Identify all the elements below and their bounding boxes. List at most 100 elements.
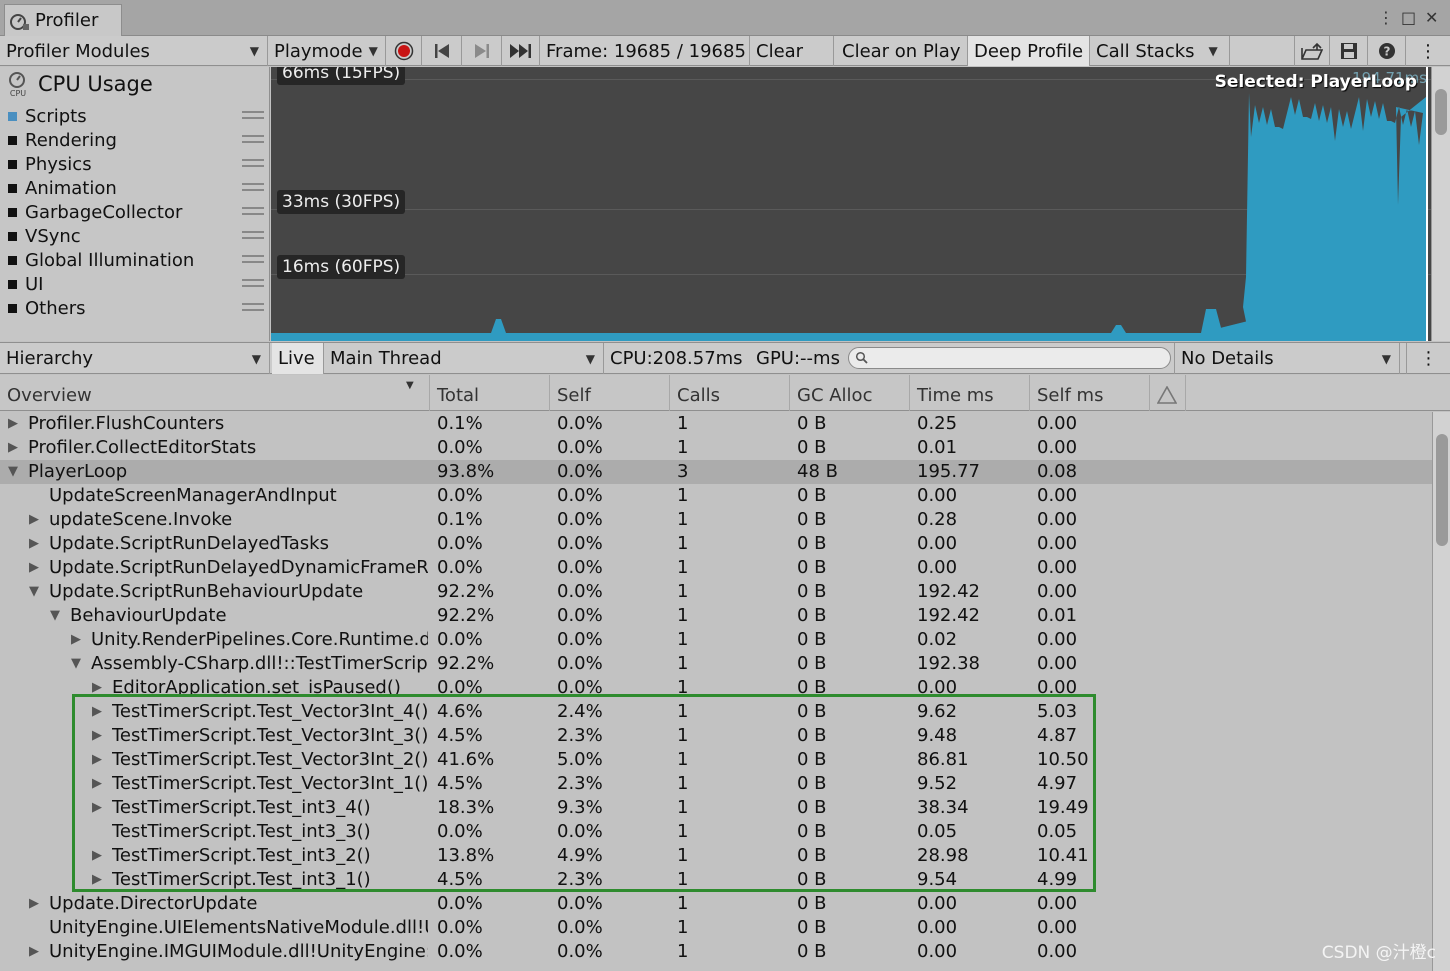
- collapse-arrow-icon[interactable]: ▼: [8, 460, 24, 484]
- expand-arrow-icon[interactable]: ▶: [92, 724, 108, 748]
- cpu-usage-title[interactable]: CPU CPU Usage: [6, 71, 153, 97]
- view-dropdown[interactable]: Hierarchy ▼: [0, 343, 270, 374]
- table-row[interactable]: ▼ Update.ScriptRunBehaviourUpdate 92.2% 0.0…: [0, 580, 1432, 604]
- module-color-swatch[interactable]: [8, 135, 17, 145]
- cpu-usage-graph[interactable]: 66ms (15FPS) 33ms (30FPS) 16ms (60FPS) 1…: [271, 67, 1431, 341]
- column-overview[interactable]: Overview ▼: [0, 375, 430, 411]
- details-dropdown[interactable]: No Details ▼: [1174, 343, 1400, 374]
- module-color-swatch[interactable]: [8, 303, 17, 313]
- collapse-arrow-icon[interactable]: ▼: [71, 652, 87, 676]
- details-menu-button[interactable]: ⋮: [1406, 343, 1450, 374]
- module-item[interactable]: VSync: [8, 224, 264, 248]
- table-row[interactable]: ▶ TestTimerScript.Test_int3_2() 13.8% 4.9% 1…: [0, 844, 1432, 868]
- column-time-ms[interactable]: Time ms: [910, 375, 1030, 411]
- table-row[interactable]: ▶ Profiler.FlushCounters 0.1% 0.0% 1 0 B 0.25 0…: [0, 412, 1432, 436]
- table-row[interactable]: ▶ Update.DirectorUpdate 0.0% 0.0% 1 0 B 0.00 0.…: [0, 892, 1432, 916]
- thread-dropdown[interactable]: Main Thread ▼: [324, 343, 604, 374]
- column-total[interactable]: Total: [430, 375, 550, 411]
- expand-arrow-icon[interactable]: ▶: [92, 868, 108, 892]
- table-row[interactable]: ▼ Assembly-CSharp.dll!::TestTimerScript 92…: [0, 652, 1432, 676]
- clear-on-play-toggle[interactable]: Clear on Play: [836, 36, 968, 66]
- module-item[interactable]: GarbageCollector: [8, 200, 264, 224]
- current-frame-button[interactable]: [502, 36, 540, 66]
- table-row[interactable]: ▶ Unity.RenderPipelines.Core.Runtime.dl 0.…: [0, 628, 1432, 652]
- module-color-swatch[interactable]: [8, 255, 17, 265]
- column-self[interactable]: Self: [550, 375, 670, 411]
- module-color-swatch[interactable]: [8, 231, 17, 241]
- column-warnings[interactable]: [1150, 375, 1186, 411]
- expand-arrow-icon[interactable]: ▶: [92, 772, 108, 796]
- drag-handle-icon[interactable]: [242, 231, 264, 239]
- expand-arrow-icon[interactable]: ▶: [29, 508, 45, 532]
- previous-frame-button[interactable]: [422, 36, 462, 66]
- module-color-swatch[interactable]: [8, 279, 17, 289]
- table-row[interactable]: UpdateScreenManagerAndInput 0.0% 0.0% 1 0 B 0…: [0, 484, 1432, 508]
- expand-arrow-icon[interactable]: ▶: [92, 676, 108, 700]
- maximize-icon[interactable]: □: [1401, 8, 1416, 27]
- save-button[interactable]: [1330, 36, 1368, 66]
- expand-arrow-icon[interactable]: ▶: [29, 532, 45, 556]
- table-row[interactable]: ▶ TestTimerScript.Test_Vector3Int_1() 4.5%…: [0, 772, 1432, 796]
- table-row[interactable]: UnityEngine.UIElementsNativeModule.dll!U…: [0, 916, 1432, 940]
- toolbar-menu-button[interactable]: ⋮: [1406, 36, 1450, 66]
- graph-scrollbar-thumb[interactable]: [1435, 89, 1447, 135]
- expand-arrow-icon[interactable]: ▶: [92, 700, 108, 724]
- table-row[interactable]: ▶ updateScene.Invoke 0.1% 0.0% 1 0 B 0.28 0.00: [0, 508, 1432, 532]
- more-options-icon[interactable]: ⋮: [1378, 8, 1394, 27]
- drag-handle-icon[interactable]: [242, 303, 264, 311]
- graph-scrollbar[interactable]: [1431, 67, 1450, 341]
- expand-arrow-icon[interactable]: ▶: [71, 628, 87, 652]
- table-row[interactable]: ▶ TestTimerScript.Test_int3_1() 4.5% 2.3% 1 0…: [0, 868, 1432, 892]
- expand-arrow-icon[interactable]: ▶: [29, 892, 45, 916]
- module-item[interactable]: Animation: [8, 176, 264, 200]
- drag-handle-icon[interactable]: [242, 159, 264, 167]
- expand-arrow-icon[interactable]: ▶: [8, 436, 24, 460]
- module-color-swatch[interactable]: [8, 183, 17, 193]
- expand-arrow-icon[interactable]: ▶: [8, 412, 24, 436]
- table-row[interactable]: ▶ EditorApplication.set_isPaused() 0.0% 0.0…: [0, 676, 1432, 700]
- module-item[interactable]: Global Illumination: [8, 248, 264, 272]
- module-item[interactable]: Physics: [8, 152, 264, 176]
- table-row[interactable]: ▶ TestTimerScript.Test_Vector3Int_2() 41.6…: [0, 748, 1432, 772]
- expand-arrow-icon[interactable]: ▶: [29, 556, 45, 580]
- module-color-swatch[interactable]: [8, 111, 17, 121]
- collapse-arrow-icon[interactable]: ▼: [50, 604, 66, 628]
- module-color-swatch[interactable]: [8, 159, 17, 169]
- deep-profile-toggle[interactable]: Deep Profile: [968, 36, 1090, 66]
- next-frame-button[interactable]: [462, 36, 502, 66]
- table-row[interactable]: TestTimerScript.Test_int3_3() 0.0% 0.0% 1 0 …: [0, 820, 1432, 844]
- profiler-tab[interactable]: Profiler: [4, 4, 122, 36]
- column-self-ms[interactable]: Self ms: [1030, 375, 1150, 411]
- module-item[interactable]: Rendering: [8, 128, 264, 152]
- expand-arrow-icon[interactable]: ▶: [29, 940, 45, 964]
- table-row[interactable]: ▼ PlayerLoop 93.8% 0.0% 3 48 B 195.77 0.08: [0, 460, 1432, 484]
- table-row[interactable]: ▶ Update.ScriptRunDelayedDynamicFrameRa 0.…: [0, 556, 1432, 580]
- close-icon[interactable]: ✕: [1425, 8, 1438, 27]
- collapse-arrow-icon[interactable]: ▼: [29, 580, 45, 604]
- table-row[interactable]: ▶ TestTimerScript.Test_Vector3Int_4() 4.6%…: [0, 700, 1432, 724]
- call-stacks-dropdown[interactable]: Call Stacks ▼: [1090, 36, 1230, 66]
- live-toggle[interactable]: Live: [272, 343, 324, 374]
- drag-handle-icon[interactable]: [242, 207, 264, 215]
- help-button[interactable]: ?: [1368, 36, 1406, 66]
- module-item[interactable]: UI: [8, 272, 264, 296]
- clear-button[interactable]: Clear: [750, 36, 834, 66]
- table-row[interactable]: ▶ TestTimerScript.Test_Vector3Int_3() 4.5%…: [0, 724, 1432, 748]
- table-row[interactable]: ▼ BehaviourUpdate 92.2% 0.0% 1 0 B 192.42 0.01: [0, 604, 1432, 628]
- record-button[interactable]: [386, 36, 422, 66]
- table-row[interactable]: ▶ Profiler.CollectEditorStats 0.0% 0.0% 1 0 B…: [0, 436, 1432, 460]
- load-button[interactable]: [1294, 36, 1330, 66]
- table-row[interactable]: ▶ UnityEngine.IMGUIModule.dll!UnityEngine…: [0, 940, 1432, 964]
- search-input[interactable]: [848, 347, 1171, 369]
- drag-handle-icon[interactable]: [242, 279, 264, 287]
- table-row[interactable]: ▶ TestTimerScript.Test_int3_4() 18.3% 9.3% 1…: [0, 796, 1432, 820]
- drag-handle-icon[interactable]: [242, 255, 264, 263]
- module-item[interactable]: Scripts: [8, 104, 264, 128]
- hierarchy-scrollbar[interactable]: [1432, 412, 1450, 971]
- column-calls[interactable]: Calls: [670, 375, 790, 411]
- playmode-dropdown[interactable]: Playmode ▼: [268, 36, 386, 66]
- drag-handle-icon[interactable]: [242, 183, 264, 191]
- expand-arrow-icon[interactable]: ▶: [92, 844, 108, 868]
- drag-handle-icon[interactable]: [242, 135, 264, 143]
- column-gc-alloc[interactable]: GC Alloc: [790, 375, 910, 411]
